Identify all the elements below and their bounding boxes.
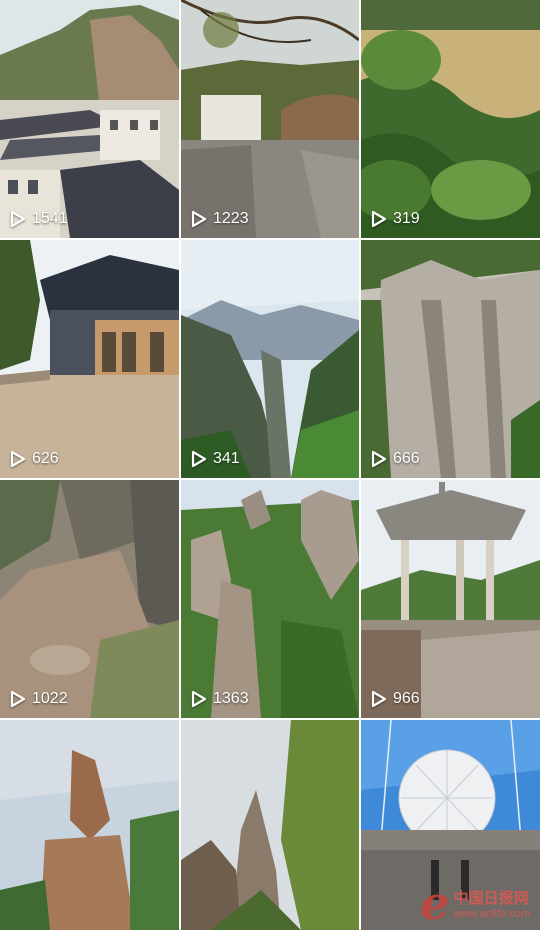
view-count-value: 666 (393, 450, 420, 467)
thumbnail-flying-rock (0, 720, 179, 930)
watermark: e 中国日报网 www.anlife.com (420, 880, 530, 926)
video-tile[interactable]: 1022 (0, 480, 179, 718)
view-count-value: 319 (393, 210, 420, 227)
view-count: 966 (371, 690, 420, 708)
thumbnail-pagoda-hall (0, 240, 179, 478)
thumbnail-hotel-buildings (0, 0, 179, 238)
view-count: 1223 (191, 210, 249, 228)
view-count: 1541 (10, 210, 68, 228)
view-count: 341 (191, 450, 240, 468)
video-tile[interactable]: 666 (361, 240, 540, 478)
watermark-logo: e (420, 876, 450, 930)
play-icon (191, 690, 207, 708)
video-tile[interactable] (0, 720, 179, 930)
view-count-value: 626 (32, 450, 59, 467)
view-count-value: 341 (213, 450, 240, 467)
view-count: 1363 (191, 690, 249, 708)
thumbnail-pine-spires (181, 720, 359, 930)
play-icon (10, 450, 26, 468)
video-tile[interactable] (181, 720, 359, 930)
view-count-value: 966 (393, 690, 420, 707)
video-tile[interactable]: e 中国日报网 www.anlife.com (361, 720, 540, 930)
video-tile[interactable]: 319 (361, 0, 540, 238)
video-tile[interactable]: 1541 (0, 0, 179, 238)
play-icon (10, 210, 26, 228)
view-count: 1022 (10, 690, 68, 708)
thumbnail-granite-cliff (361, 240, 540, 478)
view-count: 626 (10, 450, 59, 468)
thumbnail-grass-shrubs (361, 0, 540, 238)
view-count-value: 1541 (32, 210, 68, 227)
video-grid: 1541 1223 319 626 341 666 1022 1363 966 … (0, 0, 540, 930)
thumbnail-stone-path-bridge (181, 0, 359, 238)
watermark-url: www.anlife.com (453, 908, 530, 920)
view-count-value: 1022 (32, 690, 68, 707)
view-count: 319 (371, 210, 420, 228)
view-count-value: 1223 (213, 210, 249, 227)
play-icon (191, 210, 207, 228)
thumbnail-rock-ground (0, 480, 179, 718)
video-tile[interactable]: 966 (361, 480, 540, 718)
video-tile[interactable]: 1223 (181, 0, 359, 238)
video-tile[interactable]: 1363 (181, 480, 359, 718)
play-icon (10, 690, 26, 708)
view-count: 666 (371, 450, 420, 468)
view-count-value: 1363 (213, 690, 249, 707)
play-icon (191, 450, 207, 468)
play-icon (371, 450, 387, 468)
video-tile[interactable]: 626 (0, 240, 179, 478)
play-icon (371, 690, 387, 708)
thumbnail-stone-pillars (181, 480, 359, 718)
thumbnail-valley-peaks (181, 240, 359, 478)
play-icon (371, 210, 387, 228)
watermark-cn: 中国日报网 (453, 890, 529, 907)
video-tile[interactable]: 341 (181, 240, 359, 478)
thumbnail-pavilion (361, 480, 540, 718)
